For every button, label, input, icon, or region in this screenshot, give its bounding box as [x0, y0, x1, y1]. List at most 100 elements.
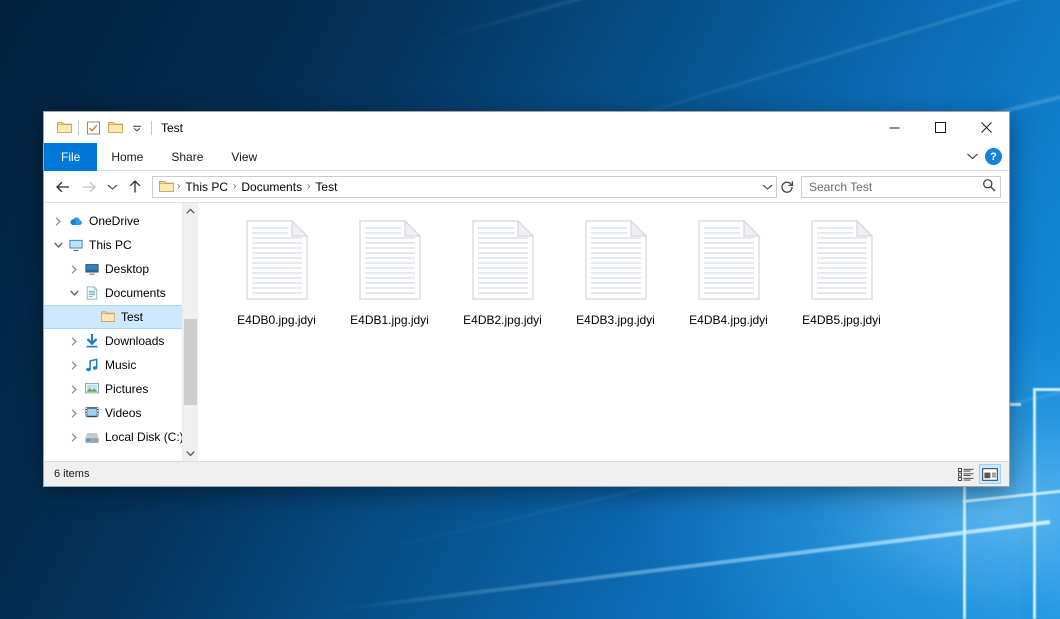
- large-icons-view-button[interactable]: [979, 464, 1001, 484]
- sidebar-item-onedrive[interactable]: OneDrive: [44, 209, 182, 233]
- toolbar-divider: [78, 121, 79, 135]
- chevron-right-icon[interactable]: [66, 361, 82, 370]
- sidebar-item-pictures[interactable]: Pictures: [44, 377, 182, 401]
- sidebar-item-test[interactable]: Test: [44, 305, 182, 329]
- scrollbar-track[interactable]: [183, 219, 198, 445]
- minimize-button[interactable]: [871, 112, 917, 143]
- document-icon: [82, 285, 102, 301]
- folder-icon: [98, 310, 118, 324]
- tab-share[interactable]: Share: [157, 143, 217, 171]
- file-item[interactable]: E4DB5.jpg.jdyi: [785, 213, 898, 327]
- generic-file-icon: [355, 215, 425, 305]
- sidebar-item-documents[interactable]: Documents: [44, 281, 182, 305]
- address-bar: › This PC › Documents › Test: [44, 171, 1009, 202]
- sidebar-item-label: Test: [118, 310, 143, 324]
- sidebar-item-label: Downloads: [102, 334, 164, 348]
- ribbon-tabs: File Home Share View ?: [44, 143, 1009, 171]
- file-name-label: E4DB4.jpg.jdyi: [689, 313, 768, 327]
- sidebar-item-label: OneDrive: [86, 214, 140, 228]
- file-name-label: E4DB1.jpg.jdyi: [350, 313, 429, 327]
- file-item[interactable]: E4DB3.jpg.jdyi: [559, 213, 672, 327]
- sidebar-item-desktop[interactable]: Desktop: [44, 257, 182, 281]
- scroll-up-icon[interactable]: [183, 203, 198, 219]
- new-folder-icon[interactable]: [104, 117, 126, 139]
- recent-locations-button[interactable]: [102, 175, 122, 199]
- scroll-down-icon[interactable]: [183, 445, 198, 461]
- generic-file-icon: [581, 215, 651, 305]
- sidebar-item-this-pc[interactable]: This PC: [44, 233, 182, 257]
- file-item[interactable]: E4DB2.jpg.jdyi: [446, 213, 559, 327]
- videos-icon: [82, 406, 102, 420]
- monitor-icon: [66, 238, 86, 253]
- breadcrumb-item-test[interactable]: Test: [311, 180, 341, 194]
- search-icon: [982, 178, 996, 195]
- sidebar-item-label: Desktop: [102, 262, 149, 276]
- chevron-down-icon[interactable]: [966, 150, 979, 164]
- chevron-right-icon[interactable]: [66, 409, 82, 418]
- pictures-icon: [82, 382, 102, 396]
- chevron-right-icon[interactable]: [66, 265, 82, 274]
- toolbar-divider: [151, 121, 152, 135]
- scrollbar-thumb[interactable]: [184, 319, 197, 405]
- generic-file-icon: [694, 215, 764, 305]
- file-name-label: E4DB0.jpg.jdyi: [237, 313, 316, 327]
- search-box[interactable]: [801, 176, 1001, 198]
- download-icon: [82, 334, 102, 349]
- breadcrumb-path: › This PC › Documents › Test: [176, 180, 759, 194]
- folder-icon[interactable]: [53, 117, 75, 139]
- navigation-pane: OneDrive This PC Desktop Documents Test Downl…: [44, 203, 198, 461]
- desktop-icon: [82, 262, 102, 277]
- harddrive-icon: [82, 430, 102, 445]
- chevron-down-icon[interactable]: [50, 241, 66, 249]
- file-item[interactable]: E4DB0.jpg.jdyi: [220, 213, 333, 327]
- file-item[interactable]: E4DB1.jpg.jdyi: [333, 213, 446, 327]
- search-input[interactable]: [809, 180, 982, 194]
- breadcrumb[interactable]: › This PC › Documents › Test: [152, 176, 777, 198]
- tab-file[interactable]: File: [44, 143, 97, 171]
- file-list-area[interactable]: E4DB0.jpg.jdyi E4DB1.jpg.jdyi E4DB2.jpg.…: [198, 203, 1009, 461]
- sidebar-item-downloads[interactable]: Downloads: [44, 329, 182, 353]
- navigation-tree: OneDrive This PC Desktop Documents Test Downl…: [44, 203, 182, 461]
- properties-icon[interactable]: [82, 117, 104, 139]
- sidebar-item-label: Music: [102, 358, 136, 372]
- sidebar-item-label: Videos: [102, 406, 141, 420]
- sidebar-item-label: Documents: [102, 286, 166, 300]
- window-controls: [871, 112, 1009, 143]
- chevron-down-icon[interactable]: [759, 183, 776, 191]
- tab-home[interactable]: Home: [97, 143, 157, 171]
- refresh-button[interactable]: [777, 180, 797, 194]
- window-title: Test: [161, 121, 183, 135]
- sidebar-item-label: Local Disk (C:): [102, 430, 182, 444]
- file-name-label: E4DB3.jpg.jdyi: [576, 313, 655, 327]
- navigation-scrollbar[interactable]: [182, 203, 197, 461]
- sidebar-item-videos[interactable]: Videos: [44, 401, 182, 425]
- forward-button[interactable]: [76, 175, 102, 199]
- file-item[interactable]: E4DB4.jpg.jdyi: [672, 213, 785, 327]
- breadcrumb-item-documents[interactable]: Documents: [237, 180, 306, 194]
- close-button[interactable]: [963, 112, 1009, 143]
- back-button[interactable]: [50, 175, 76, 199]
- chevron-down-icon[interactable]: [66, 289, 82, 297]
- tab-view[interactable]: View: [217, 143, 271, 171]
- chevron-right-icon[interactable]: [66, 385, 82, 394]
- up-button[interactable]: [122, 175, 148, 199]
- generic-file-icon: [807, 215, 877, 305]
- details-view-button[interactable]: [955, 464, 977, 484]
- window-body: OneDrive This PC Desktop Documents Test Downl…: [44, 202, 1009, 461]
- file-name-label: E4DB5.jpg.jdyi: [802, 313, 881, 327]
- sidebar-item-music[interactable]: Music: [44, 353, 182, 377]
- chevron-right-icon[interactable]: [50, 217, 66, 226]
- breadcrumb-item-this-pc[interactable]: This PC: [181, 180, 232, 194]
- help-icon[interactable]: ?: [985, 148, 1002, 165]
- title-bar[interactable]: Test: [44, 112, 1009, 143]
- generic-file-icon: [468, 215, 538, 305]
- item-count-label: 6 items: [54, 468, 89, 480]
- folder-icon: [157, 180, 176, 193]
- sidebar-item-local-disk-c[interactable]: Local Disk (C:): [44, 425, 182, 449]
- chevron-down-icon[interactable]: [126, 117, 148, 139]
- file-name-label: E4DB2.jpg.jdyi: [463, 313, 542, 327]
- maximize-button[interactable]: [917, 112, 963, 143]
- chevron-right-icon[interactable]: [66, 337, 82, 346]
- music-icon: [82, 358, 102, 373]
- chevron-right-icon[interactable]: [66, 433, 82, 442]
